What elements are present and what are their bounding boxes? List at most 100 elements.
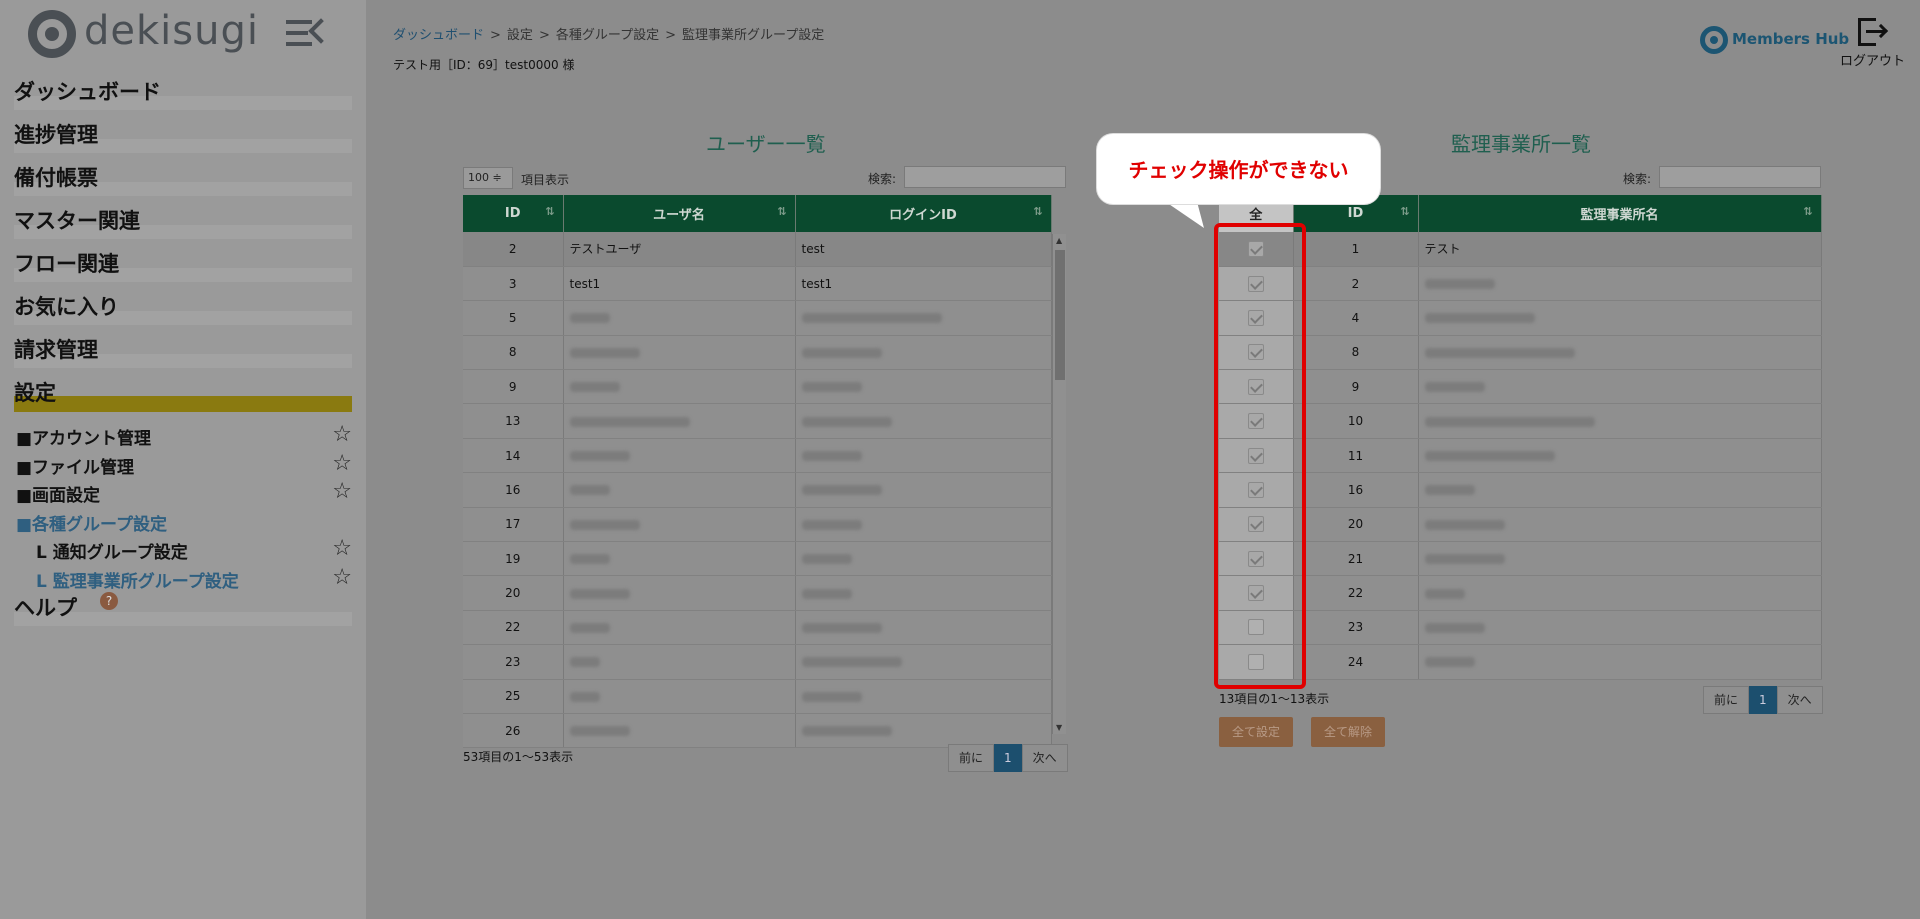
office-id-cell: 1 [1293,232,1419,267]
table-row[interactable]: 5 [463,300,1052,336]
offices-info: 13項目の1～13表示 [1219,692,1330,706]
user-name-cell [563,300,796,336]
table-row[interactable]: 19 [463,541,1052,577]
blurred-text [801,347,882,358]
table-row[interactable]: 4 [1219,300,1822,336]
table-row[interactable]: 20 [463,575,1052,611]
table-row[interactable]: 26 [463,713,1052,749]
offices-next-button[interactable]: 次へ [1776,686,1823,714]
sidebar-collapse-icon[interactable] [286,18,334,48]
favorite-star-icon[interactable]: ☆ [332,481,352,503]
office-name-cell [1418,610,1822,646]
col-header-username[interactable]: ユーザ名 ⇅ [563,195,796,232]
favorite-star-icon[interactable]: ☆ [332,424,352,446]
users-next-button[interactable]: 次へ [1021,744,1068,772]
offices-search-input[interactable] [1659,166,1821,188]
table-row[interactable]: 8 [1219,335,1822,371]
submenu-office-group[interactable]: L 監理事業所グループ設定 ☆ [16,566,352,596]
submenu-account[interactable]: ■アカウント管理 ☆ [16,424,352,453]
user-name-cell [563,541,796,577]
table-row[interactable]: 23 [1219,610,1822,646]
table-row[interactable]: 8 [463,335,1052,371]
menu-item-help[interactable]: ヘルプ ? [14,592,352,628]
table-row[interactable]: 22 [463,610,1052,646]
table-row[interactable]: 3 test1 test1 [463,266,1052,302]
user-id-cell: 13 [463,403,564,439]
blurred-text [569,313,610,324]
offices-prev-button[interactable]: 前に [1703,686,1750,714]
favorite-star-icon[interactable]: ☆ [332,452,352,475]
col-header-login[interactable]: ログインID ⇅ [795,195,1052,232]
table-row[interactable]: 24 [1219,644,1822,680]
favorite-star-icon[interactable]: ☆ [332,538,352,560]
submenu-file[interactable]: ■ファイル管理 ☆ [16,452,352,482]
user-name-cell [563,438,796,474]
blurred-text [569,622,610,633]
table-row[interactable]: 20 [1219,507,1822,543]
office-name-cell [1418,403,1822,439]
table-row[interactable]: 16 [463,472,1052,508]
table-row[interactable]: 13 [463,403,1052,439]
table-row[interactable]: 23 [463,644,1052,680]
blurred-text [801,451,862,462]
col-header-id[interactable]: ID ⇅ [463,195,564,232]
table-row[interactable]: 1 テスト [1219,232,1822,267]
office-id-cell: 21 [1293,541,1419,577]
table-row[interactable]: 11 [1219,438,1822,474]
table-row[interactable]: 9 [1219,369,1822,405]
sort-icon: ⇅ [777,205,787,218]
breadcrumb-dashboard[interactable]: ダッシュボード [393,28,484,43]
blurred-text [569,347,640,358]
users-search-input[interactable] [904,166,1066,188]
blurred-text [801,622,882,633]
menu-item-progress[interactable]: 進捗管理 [14,119,352,162]
user-id-cell: 9 [463,369,564,405]
clear-all-button[interactable]: 全て解除 [1311,717,1385,747]
page-size-select[interactable]: 100 ≑ [463,167,513,189]
user-id-cell: 16 [463,472,564,508]
table-row[interactable]: 2 テストユーザ test [463,232,1052,267]
menu-item-settings[interactable]: 設定 [14,377,352,420]
table-row[interactable]: 16 [1219,472,1822,508]
blurred-text [569,416,690,427]
blurred-text [1424,416,1595,427]
table-row[interactable]: 22 [1219,575,1822,611]
favorite-star-icon[interactable]: ☆ [332,566,352,589]
users-pager: 前に 1 次へ [948,744,1068,772]
table-row[interactable]: 2 [1219,266,1822,302]
submenu-screen[interactable]: ■画面設定 ☆ [16,481,352,510]
menu-item-flow[interactable]: フロー関連 [14,248,352,291]
office-name-cell [1418,438,1822,474]
table-row[interactable]: 14 [463,438,1052,474]
users-scrollbar[interactable]: ▲ ▼ [1052,234,1066,734]
user-name-cell [563,335,796,371]
table-row[interactable]: 25 [463,679,1052,714]
users-prev-button[interactable]: 前に [948,744,995,772]
blurred-text [1424,451,1555,462]
table-row[interactable]: 21 [1219,541,1822,577]
set-all-button[interactable]: 全て設定 [1219,717,1293,747]
user-name-cell [563,610,796,646]
users-page-1[interactable]: 1 [994,744,1022,772]
submenu-notify-group[interactable]: L 通知グループ設定 ☆ [16,538,352,567]
blurred-text [1424,554,1505,565]
table-row[interactable]: 17 [463,507,1052,543]
table-row[interactable]: 10 [1219,403,1822,439]
users-page-size: 100 ≑ 項目表示 [463,167,569,189]
menu-item-dashboard[interactable]: ダッシュボード [14,76,352,119]
col-header-office-name[interactable]: 監理事業所名 ⇅ [1418,195,1822,232]
logout-icon[interactable] [1858,18,1889,46]
submenu-groups[interactable]: ■各種グループ設定 [16,510,352,539]
offices-page-1[interactable]: 1 [1749,686,1777,714]
blurred-text [1424,622,1485,633]
menu-item-favorites[interactable]: お気に入り [14,291,352,334]
users-title: ユーザー一覧 [706,132,826,156]
menu-item-forms[interactable]: 備付帳票 [14,162,352,205]
blurred-text [569,554,610,565]
menu-item-billing[interactable]: 請求管理 [14,334,352,377]
logout-label[interactable]: ログアウト [1840,50,1905,69]
table-row[interactable]: 9 [463,369,1052,405]
user-login-cell: test1 [795,266,1052,302]
menu-item-master[interactable]: マスター関連 [14,205,352,248]
user-name-cell [563,644,796,680]
